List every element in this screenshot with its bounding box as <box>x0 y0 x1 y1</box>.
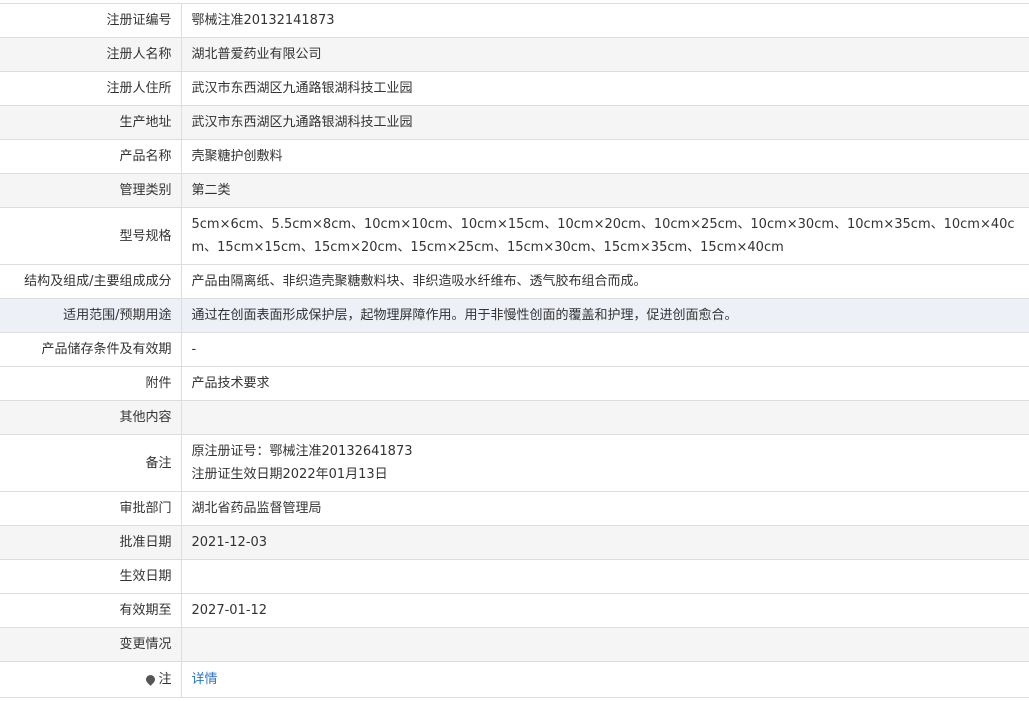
row-approval-dept: 审批部门 湖北省药品监督管理局 <box>0 491 1029 526</box>
label-remarks: 备注 <box>0 434 182 492</box>
label-product-name: 产品名称 <box>0 139 182 174</box>
label-management-class: 管理类别 <box>0 173 182 208</box>
details-link[interactable]: 详情 <box>192 672 218 687</box>
value-valid-until: 2027-01-12 <box>181 593 1029 628</box>
value-production-address: 武汉市东西湖区九通路银湖科技工业园 <box>181 105 1029 140</box>
row-reg-no: 注册证编号 鄂械注准20132141873 <box>0 3 1029 38</box>
value-intended-use: 通过在创面表面形成保护层，起物理屏障作用。用于非慢性创面的覆盖和护理，促进创面愈… <box>181 298 1029 333</box>
label-approval-dept: 审批部门 <box>0 491 182 526</box>
row-intended-use: 适用范围/预期用途 通过在创面表面形成保护层，起物理屏障作用。用于非慢性创面的覆… <box>0 298 1029 333</box>
row-registrant-name: 注册人名称 湖北普爱药业有限公司 <box>0 37 1029 72</box>
value-model-spec: 5cm×6cm、5.5cm×8cm、10cm×10cm、10cm×15cm、10… <box>181 207 1029 265</box>
device-registration-detail-table: 注册证编号 鄂械注准20132141873 注册人名称 湖北普爱药业有限公司 注… <box>0 3 1029 698</box>
value-reg-no: 鄂械注准20132141873 <box>181 3 1029 38</box>
row-model-spec: 型号规格 5cm×6cm、5.5cm×8cm、10cm×10cm、10cm×15… <box>0 207 1029 265</box>
value-registrant-name: 湖北普爱药业有限公司 <box>181 37 1029 72</box>
row-changes: 变更情况 <box>0 627 1029 662</box>
remarks-line-2: 注册证生效日期2022年01月13日 <box>191 467 388 482</box>
label-other: 其他内容 <box>0 400 182 435</box>
label-model-spec: 型号规格 <box>0 207 182 265</box>
row-composition: 结构及组成/主要组成成分 产品由隔离纸、非织造壳聚糖敷料块、非织造吸水纤维布、透… <box>0 264 1029 299</box>
row-remarks: 备注 原注册证号：鄂械注准20132641873 注册证生效日期2022年01月… <box>0 434 1029 492</box>
label-valid-until: 有效期至 <box>0 593 182 628</box>
value-product-name: 壳聚糖护创敷料 <box>181 139 1029 174</box>
label-reg-no: 注册证编号 <box>0 3 182 38</box>
value-note: 详情 <box>181 661 1029 698</box>
value-remarks: 原注册证号：鄂械注准20132641873 注册证生效日期2022年01月13日 <box>181 434 1029 492</box>
value-approval-dept: 湖北省药品监督管理局 <box>181 491 1029 526</box>
row-storage: 产品储存条件及有效期 - <box>0 332 1029 367</box>
label-attachment: 附件 <box>0 366 182 401</box>
label-effective-date: 生效日期 <box>0 559 182 594</box>
label-composition: 结构及组成/主要组成成分 <box>0 264 182 299</box>
value-registrant-address: 武汉市东西湖区九通路银湖科技工业园 <box>181 71 1029 106</box>
row-approval-date: 批准日期 2021-12-03 <box>0 525 1029 560</box>
row-production-address: 生产地址 武汉市东西湖区九通路银湖科技工业园 <box>0 105 1029 140</box>
label-registrant-address: 注册人住所 <box>0 71 182 106</box>
row-management-class: 管理类别 第二类 <box>0 173 1029 208</box>
value-storage: - <box>181 332 1029 367</box>
label-registrant-name: 注册人名称 <box>0 37 182 72</box>
row-attachment: 附件 产品技术要求 <box>0 366 1029 401</box>
row-product-name: 产品名称 壳聚糖护创敷料 <box>0 139 1029 174</box>
label-approval-date: 批准日期 <box>0 525 182 560</box>
value-management-class: 第二类 <box>181 173 1029 208</box>
label-note: 注 <box>0 661 182 698</box>
value-approval-date: 2021-12-03 <box>181 525 1029 560</box>
value-changes <box>181 627 1029 662</box>
note-label-text: 注 <box>158 672 172 687</box>
row-effective-date: 生效日期 <box>0 559 1029 594</box>
label-production-address: 生产地址 <box>0 105 182 140</box>
value-effective-date <box>181 559 1029 594</box>
label-intended-use: 适用范围/预期用途 <box>0 298 182 333</box>
value-composition: 产品由隔离纸、非织造壳聚糖敷料块、非织造吸水纤维布、透气胶布组合而成。 <box>181 264 1029 299</box>
row-valid-until: 有效期至 2027-01-12 <box>0 593 1029 628</box>
remarks-line-1: 原注册证号：鄂械注准20132641873 <box>191 444 413 459</box>
label-storage: 产品储存条件及有效期 <box>0 332 182 367</box>
value-attachment: 产品技术要求 <box>181 366 1029 401</box>
map-pin-icon <box>144 673 158 686</box>
row-other: 其他内容 <box>0 400 1029 435</box>
row-registrant-address: 注册人住所 武汉市东西湖区九通路银湖科技工业园 <box>0 71 1029 106</box>
label-changes: 变更情况 <box>0 627 182 662</box>
value-other <box>181 400 1029 435</box>
row-note: 注 详情 <box>0 661 1029 698</box>
